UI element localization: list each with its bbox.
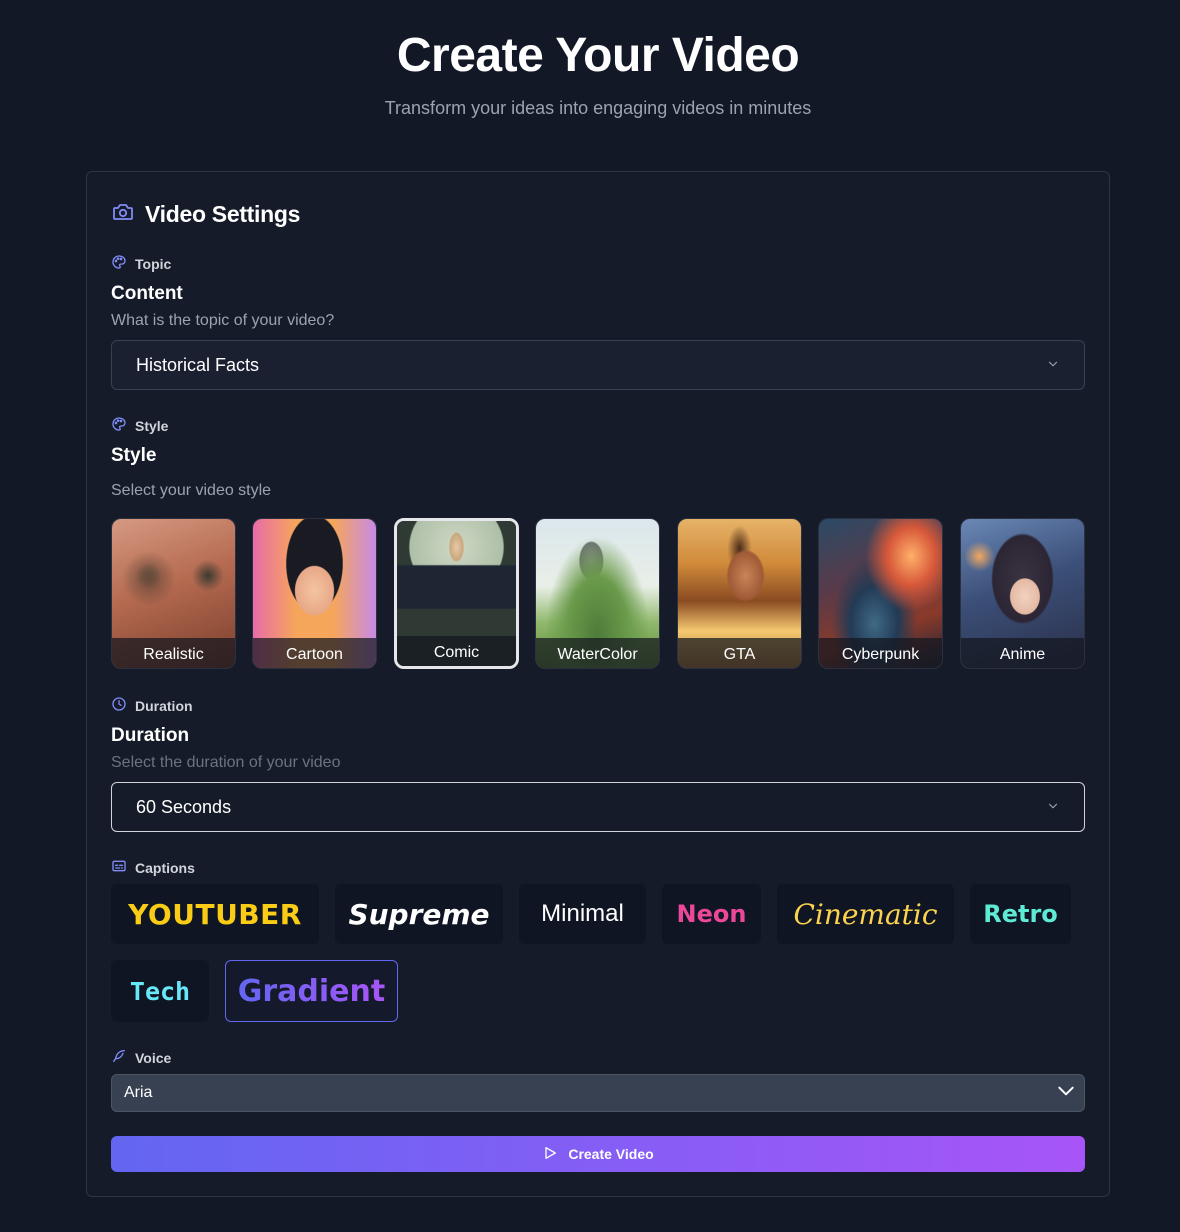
topic-select-value: Historical Facts [136, 354, 260, 375]
caption-option-tech[interactable]: Tech [111, 960, 209, 1022]
clock-icon [111, 696, 127, 715]
style-option-anime[interactable]: Anime [960, 518, 1085, 669]
style-option-cyberpunk[interactable]: Cyberpunk [818, 518, 943, 669]
card-title: Video Settings [145, 201, 301, 227]
duration-label: Duration [111, 696, 193, 715]
palette-icon [111, 254, 127, 273]
caption-option-retro[interactable]: Retro [970, 884, 1071, 944]
topic-label: Topic [111, 254, 171, 273]
palette-icon [111, 416, 127, 435]
voice-select[interactable]: Aria [111, 1074, 1085, 1112]
chevron-down-icon [1046, 797, 1060, 818]
create-video-button[interactable]: Create Video [111, 1136, 1085, 1172]
style-options: Realistic Cartoon Comic WaterColor GTA C… [111, 518, 1085, 670]
style-option-label: Cyberpunk [819, 638, 942, 668]
camera-icon [111, 200, 135, 229]
style-option-cartoon[interactable]: Cartoon [252, 518, 377, 669]
page-subtitle: Transform your ideas into engaging video… [384, 98, 812, 118]
caption-option-youtuber[interactable]: YOUTUBER [111, 884, 319, 944]
style-option-watercolor[interactable]: WaterColor [535, 518, 660, 669]
style-label: Style [111, 416, 168, 435]
duration-select-value: 60 Seconds [136, 796, 232, 817]
style-option-label: Cartoon [253, 638, 376, 668]
style-option-label: Anime [961, 638, 1084, 668]
caption-option-supreme[interactable]: Supreme [335, 884, 503, 944]
topic-select[interactable]: Historical Facts [111, 340, 1085, 390]
content-title: Content [111, 283, 183, 304]
content-description: What is the topic of your video? [111, 312, 335, 329]
chevron-down-icon [1056, 1081, 1076, 1106]
style-option-realistic[interactable]: Realistic [111, 518, 236, 669]
style-title: Style [111, 445, 157, 466]
caption-option-cinematic[interactable]: Cinematic [777, 884, 954, 944]
caption-option-gradient[interactable]: Gradient [225, 960, 398, 1022]
chevron-down-icon [1046, 355, 1060, 376]
style-option-label: Comic [397, 636, 516, 666]
voice-label: Voice [111, 1048, 171, 1067]
caption-option-neon[interactable]: Neon [662, 884, 761, 944]
caption-option-minimal[interactable]: Minimal [519, 884, 646, 944]
duration-title: Duration [111, 725, 190, 746]
duration-select[interactable]: 60 Seconds [111, 782, 1085, 832]
voice-select-value: Aria [124, 1084, 153, 1101]
style-option-label: Realistic [112, 638, 235, 668]
style-option-comic[interactable]: Comic [394, 518, 519, 669]
duration-description: Select the duration of your video [111, 754, 341, 771]
captions-label: Captions [111, 858, 195, 877]
card-header: Video Settings [111, 200, 300, 229]
video-settings-card: Video Settings Topic Content What is the… [86, 171, 1110, 1197]
style-option-label: GTA [678, 638, 801, 668]
play-icon [542, 1145, 558, 1164]
captions-icon [111, 858, 127, 877]
style-option-label: WaterColor [536, 638, 659, 668]
style-option-gta[interactable]: GTA [677, 518, 802, 669]
page-title: Create Your Video [396, 29, 800, 82]
feather-icon [111, 1048, 127, 1067]
style-description: Select your video style [111, 482, 272, 499]
